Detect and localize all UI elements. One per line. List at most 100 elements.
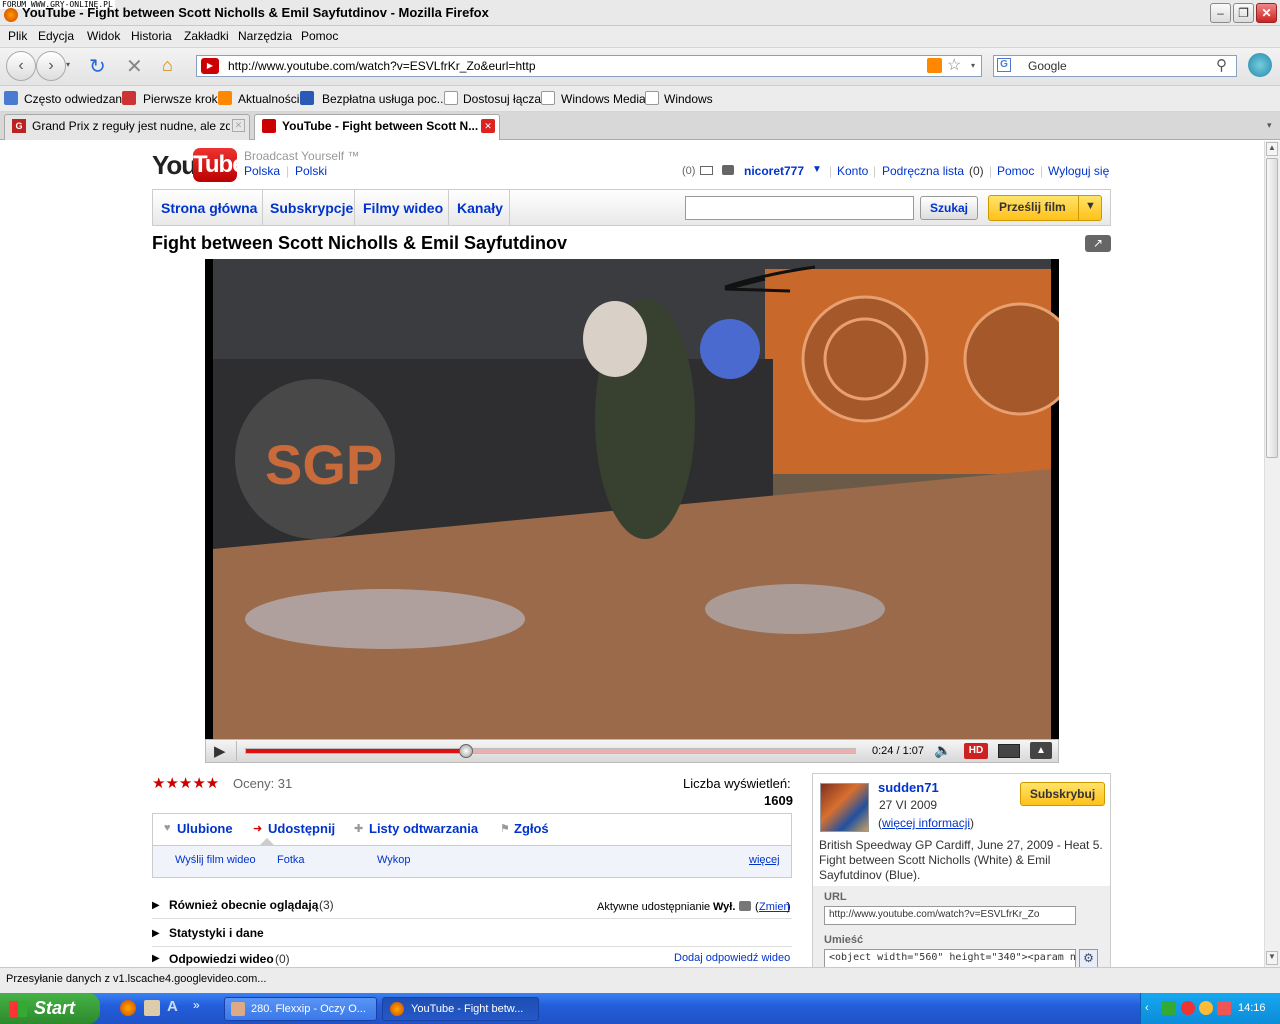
tray-sun-icon[interactable] xyxy=(1199,1001,1213,1015)
tray-expand-icon[interactable]: ‹ xyxy=(1145,1002,1149,1014)
video-player[interactable]: SGP xyxy=(205,259,1059,739)
region-link[interactable]: Polska xyxy=(244,164,280,178)
bookmark-pierwsze-kroki[interactable]: Pierwsze kroki xyxy=(143,92,220,106)
search-magnifier-icon[interactable]: ⚲ xyxy=(1216,56,1227,74)
subscribe-button[interactable]: Subskrybuj xyxy=(1020,782,1105,806)
quicklist-link[interactable]: Podręczna lista xyxy=(882,164,964,178)
bookmark-star-icon[interactable]: ☆ xyxy=(947,55,961,75)
nav-subscriptions[interactable]: Subskrypcje xyxy=(270,200,353,216)
username-link[interactable]: nicoret777 xyxy=(744,164,804,178)
rss-icon[interactable] xyxy=(927,58,942,73)
embed-settings-gear-icon[interactable]: ⚙ xyxy=(1079,949,1098,968)
back-button[interactable]: ‹ xyxy=(6,51,36,81)
logout-link[interactable]: Wyloguj się xyxy=(1048,164,1109,178)
taskbar-item-flexxip[interactable]: 280. Flexxip - Oczy O... xyxy=(224,997,377,1021)
section-title[interactable]: Odpowiedzi wideo xyxy=(169,952,274,966)
tray-app-icon[interactable] xyxy=(1162,1001,1176,1015)
action-playlists[interactable]: Listy odtwarzania xyxy=(369,821,478,836)
expand-arrow-icon[interactable]: ▶ xyxy=(152,928,160,939)
tab-close-icon[interactable]: ✕ xyxy=(481,119,495,133)
reload-icon[interactable]: ↻ xyxy=(89,54,106,79)
quicklaunch-icon[interactable] xyxy=(144,1000,160,1016)
minimize-button[interactable]: – xyxy=(1210,3,1231,23)
tray-network-icon[interactable] xyxy=(1217,1001,1231,1015)
expand-arrow-icon[interactable]: ▶ xyxy=(152,900,160,911)
url-text[interactable]: http://www.youtube.com/watch?v=ESVLfrKr_… xyxy=(228,59,536,73)
more-info-link[interactable]: więcej informacji xyxy=(882,816,970,830)
action-favorite[interactable]: Ulubione xyxy=(177,821,233,836)
youtube-logo-you[interactable]: You xyxy=(152,150,197,181)
share-fotka[interactable]: Fotka xyxy=(277,854,305,866)
avatar[interactable] xyxy=(820,783,869,832)
expand-icon[interactable]: ↗ xyxy=(1085,235,1111,252)
uploader-name[interactable]: sudden71 xyxy=(878,780,939,795)
close-window-button[interactable]: ✕ xyxy=(1256,3,1277,23)
volume-icon[interactable]: 🔈 xyxy=(934,742,951,759)
share-wykop[interactable]: Wykop xyxy=(377,854,411,866)
embed-code-field[interactable]: <object width="560" height="340"><param … xyxy=(824,949,1076,968)
widescreen-icon[interactable] xyxy=(998,744,1020,758)
user-dropdown-icon[interactable]: ▼ xyxy=(812,164,822,175)
hd-button[interactable]: HD xyxy=(964,743,988,759)
change-link[interactable]: Zmień xyxy=(759,901,790,913)
bookmark-windows[interactable]: Windows xyxy=(664,92,713,106)
tray-antivirus-icon[interactable] xyxy=(1181,1001,1195,1015)
section-title[interactable]: Statystyki i dane xyxy=(169,926,264,940)
search-input[interactable]: Google xyxy=(1028,59,1067,73)
language-link[interactable]: Polski xyxy=(295,164,327,178)
add-response-link[interactable]: Dodaj odpowiedź wideo xyxy=(674,952,790,964)
share-send-video[interactable]: Wyślij film wideo xyxy=(175,854,256,866)
youtube-search-button[interactable]: Szukaj xyxy=(920,196,978,220)
google-engine-icon[interactable]: G xyxy=(997,58,1011,72)
home-icon[interactable]: ⌂ xyxy=(162,55,173,76)
menu-pomoc[interactable]: Pomoc xyxy=(301,29,338,43)
expand-arrow-icon[interactable]: ▶ xyxy=(152,953,160,964)
bookmark-windows-media[interactable]: Windows Media xyxy=(561,92,646,106)
menu-historia[interactable]: Historia xyxy=(131,29,172,43)
scrollbar-thumb[interactable] xyxy=(1266,158,1278,458)
bookmark-dostosuj-lacza[interactable]: Dostosuj łącza xyxy=(463,92,541,106)
action-share[interactable]: Udostępnij xyxy=(268,821,335,836)
mail-icon[interactable] xyxy=(700,166,713,175)
forward-button[interactable]: › xyxy=(36,51,66,81)
share-more-link[interactable]: więcej xyxy=(749,854,780,866)
url-dropdown-icon[interactable]: ▾ xyxy=(971,61,975,70)
progress-scrubber[interactable] xyxy=(459,744,473,758)
fullscreen-icon[interactable]: ▲ xyxy=(1030,742,1052,759)
nav-channels[interactable]: Kanały xyxy=(457,200,503,216)
tab-label[interactable]: YouTube - Fight between Scott N... xyxy=(282,119,479,133)
nav-videos[interactable]: Filmy wideo xyxy=(363,200,443,216)
maximize-button[interactable]: ❐ xyxy=(1233,3,1254,23)
menu-zakladki[interactable]: Zakładki xyxy=(184,29,229,43)
action-report[interactable]: Zgłoś xyxy=(514,821,549,836)
quicklaunch-more-icon[interactable]: » xyxy=(193,998,200,1012)
youtube-search-input[interactable] xyxy=(685,196,914,220)
section-title[interactable]: Również obecnie oglądają xyxy=(169,898,318,912)
scroll-up-icon[interactable]: ▲ xyxy=(1266,142,1278,156)
taskbar-item-youtube[interactable]: YouTube - Fight betw... xyxy=(382,997,539,1021)
firefox-quicklaunch-icon[interactable] xyxy=(120,1000,136,1016)
play-icon[interactable]: ▶ xyxy=(214,742,226,760)
tab-label[interactable]: Grand Prix z reguły jest nudne, ale zdar… xyxy=(32,119,230,133)
tv-icon[interactable] xyxy=(722,165,734,175)
menu-narzedzia[interactable]: Narzędzia xyxy=(238,29,292,43)
menu-plik[interactable]: Plik xyxy=(8,29,27,43)
youtube-logo-tube[interactable]: Tube xyxy=(193,148,246,182)
scroll-down-icon[interactable]: ▼ xyxy=(1266,951,1278,965)
tab-list-icon[interactable]: ▾ xyxy=(1267,120,1272,131)
bookmark-bezplatna-usluga[interactable]: Bezpłatna usługa poc... xyxy=(322,92,447,106)
url-field[interactable]: http://www.youtube.com/watch?v=ESVLfrKr_… xyxy=(824,906,1076,925)
stop-icon[interactable]: ✕ xyxy=(126,54,143,79)
upload-dropdown-icon[interactable]: ▼ xyxy=(1085,200,1096,212)
account-link[interactable]: Konto xyxy=(837,164,868,178)
font-quicklaunch-icon[interactable]: A xyxy=(167,998,178,1015)
menu-edycja[interactable]: Edycja xyxy=(38,29,74,43)
skype-icon[interactable] xyxy=(1248,53,1272,77)
rating-stars-icon[interactable]: ★★★★★ xyxy=(152,774,219,792)
history-dropdown-icon[interactable]: ▾ xyxy=(66,60,70,69)
help-link[interactable]: Pomoc xyxy=(997,164,1034,178)
menu-widok[interactable]: Widok xyxy=(87,29,120,43)
upload-button-label[interactable]: Prześlij film xyxy=(999,200,1066,214)
nav-home[interactable]: Strona główna xyxy=(161,200,257,216)
message-count[interactable]: (0) xyxy=(682,165,695,177)
